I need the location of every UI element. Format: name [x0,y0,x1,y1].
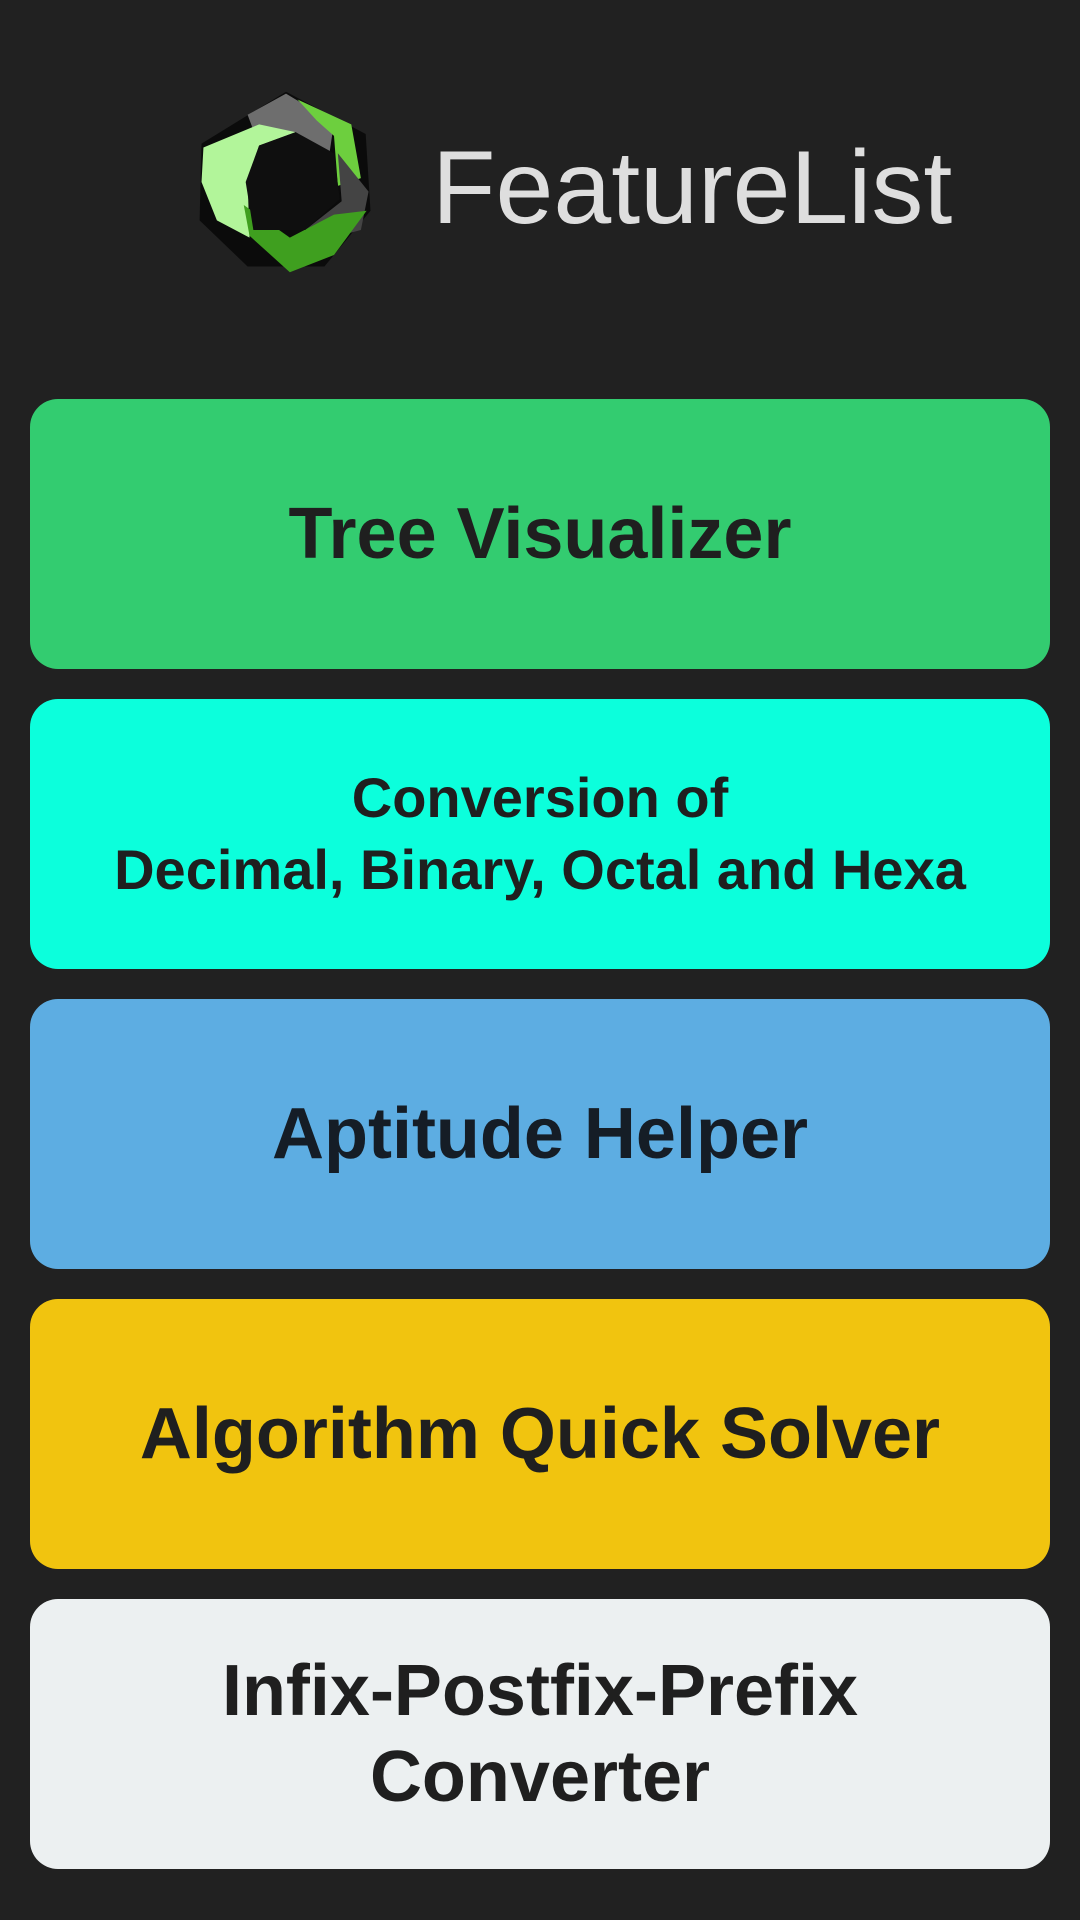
infix-postfix-prefix-converter-button[interactable]: Infix-Postfix-Prefix Converter [30,1599,1050,1869]
app-title: FeatureList [432,130,953,246]
algorithm-quick-solver-label: Algorithm Quick Solver [139,1394,941,1474]
number-conversion-button[interactable]: Conversion of Decimal, Binary, Octal and… [30,699,1050,969]
infix-postfix-prefix-converter-label: Infix-Postfix-Prefix Converter [221,1651,859,1817]
app-header: FeatureList [0,0,1080,370]
hexagon-cycle-logo-icon [190,86,382,278]
aptitude-helper-button[interactable]: Aptitude Helper [30,999,1050,1269]
tree-visualizer-label: Tree Visualizer [288,494,792,574]
tree-visualizer-button[interactable]: Tree Visualizer [30,399,1050,669]
aptitude-helper-label: Aptitude Helper [271,1094,809,1174]
number-conversion-label: Conversion of Decimal, Binary, Octal and… [114,766,966,901]
feature-list: Tree Visualizer Conversion of Decimal, B… [30,399,1050,1899]
algorithm-quick-solver-button[interactable]: Algorithm Quick Solver [30,1299,1050,1569]
